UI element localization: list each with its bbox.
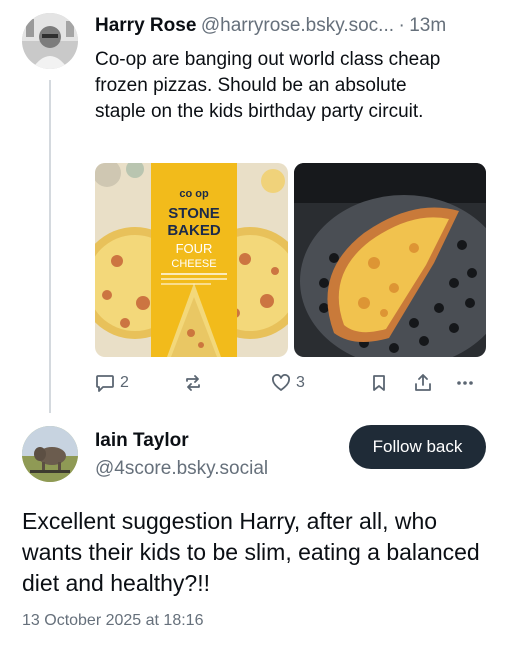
- reply-timestamp: 13 October 2025 at 18:16: [22, 612, 204, 629]
- share-icon: [412, 372, 434, 394]
- repost-button[interactable]: [182, 372, 204, 394]
- heart-icon: [270, 372, 292, 394]
- reply-author-handle[interactable]: @4score.bsky.social: [95, 458, 268, 480]
- bookmark-button[interactable]: [368, 372, 390, 394]
- harry-avatar[interactable]: [22, 13, 78, 69]
- post-image-pizza-fryer[interactable]: [294, 163, 486, 357]
- box-variety-line1: FOUR: [176, 241, 213, 256]
- post-time[interactable]: 13m: [409, 15, 446, 36]
- thread-line: [49, 80, 51, 413]
- share-button[interactable]: [412, 372, 434, 394]
- iain-avatar[interactable]: [22, 426, 78, 482]
- author-name[interactable]: Harry Rose: [95, 15, 196, 36]
- post-action-bar: 2 3: [94, 372, 486, 396]
- more-options-button[interactable]: [454, 372, 476, 394]
- reply-count: 2: [120, 374, 129, 391]
- separator-dot: ·: [398, 15, 405, 36]
- more-icon: [454, 372, 476, 394]
- reply-text: Excellent suggestion Harry, after all, w…: [22, 508, 480, 596]
- reply-button[interactable]: 2: [94, 372, 129, 394]
- reply-icon: [94, 372, 116, 394]
- author-handle[interactable]: @harryrose.bsky.soc...: [201, 15, 394, 36]
- like-button[interactable]: 3: [270, 372, 305, 394]
- bookmark-icon: [368, 372, 390, 394]
- like-count: 3: [296, 374, 305, 391]
- follow-back-button[interactable]: Follow back: [349, 425, 486, 469]
- post-text: Co-op are banging out world class cheap …: [95, 49, 441, 122]
- reply-author-name[interactable]: Iain Taylor: [95, 430, 189, 452]
- repost-icon: [182, 372, 204, 394]
- box-brand-logo: co op: [179, 188, 209, 200]
- post-header: Harry Rose @harryrose.bsky.soc... · 13m: [95, 15, 495, 37]
- box-title-line2: BAKED: [167, 222, 221, 239]
- box-title-line1: STONE: [168, 205, 219, 222]
- box-variety-line2: CHEESE: [171, 258, 216, 270]
- post-image-pizza-box[interactable]: co op STONE BAKED FOUR CHEESE: [95, 163, 288, 357]
